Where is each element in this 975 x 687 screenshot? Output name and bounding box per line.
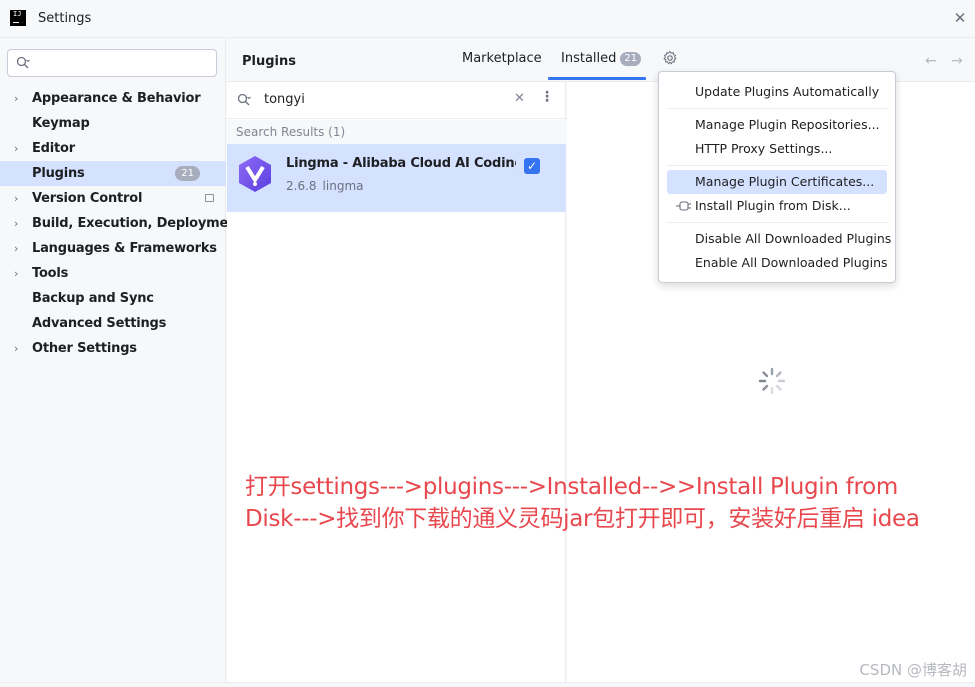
title-bar: IJ Settings ✕	[0, 0, 975, 38]
plugin-list-pane: tongyi ✕ ⋮ Search Results (1) Lingma - A…	[227, 82, 566, 682]
plugin-list-item[interactable]: Lingma - Alibaba Cloud AI Coding ... 2.6…	[227, 144, 566, 212]
menu-item-label: HTTP Proxy Settings...	[695, 141, 833, 156]
settings-search-input[interactable]	[7, 49, 217, 77]
clear-icon[interactable]: ✕	[514, 91, 525, 106]
sidebar-item-other-settings[interactable]: › Other Settings	[0, 336, 226, 361]
menu-item-label: Manage Plugin Certificates...	[695, 174, 875, 189]
plugin-settings-menu: Update Plugins Automatically Manage Plug…	[658, 71, 896, 283]
more-vertical-icon[interactable]: ⋮	[540, 89, 554, 105]
instruction-annotation: 打开settings--->plugins--->Installed-->>In…	[245, 471, 965, 535]
sidebar-item-label: Languages & Frameworks	[32, 241, 217, 256]
project-level-icon	[205, 194, 214, 202]
sidebar-item-advanced-settings[interactable]: Advanced Settings	[0, 311, 226, 336]
loading-spinner-icon	[758, 367, 786, 395]
tab-marketplace[interactable]: Marketplace	[462, 51, 542, 66]
sidebar-item-label: Plugins	[32, 166, 85, 181]
app-icon-text: IJ	[13, 10, 22, 18]
plugin-name: Lingma - Alibaba Cloud AI Coding ...	[286, 156, 516, 171]
menu-separator	[667, 108, 887, 109]
sidebar-item-label: Version Control	[32, 191, 143, 206]
search-results-header: Search Results (1)	[227, 120, 566, 144]
plugin-enabled-checkbox[interactable]: ✓	[524, 158, 540, 174]
menu-item-label: Disable All Downloaded Plugins	[695, 231, 892, 246]
sidebar-item-plugins[interactable]: Plugins 21	[0, 161, 226, 186]
sidebar-item-keymap[interactable]: Keymap	[0, 111, 226, 136]
plugin-meta: 2.6.8 lingma	[286, 179, 363, 193]
back-arrow-icon[interactable]: ←	[925, 53, 937, 69]
annotation-line-2: Disk--->找到你下载的通义灵码jar包打开即可，安装好后重启 idea	[245, 506, 920, 532]
plugins-count-badge: 21	[175, 166, 200, 181]
sidebar-item-tools[interactable]: › Tools	[0, 261, 226, 286]
menu-item-disable-all-downloaded-plugins[interactable]: Disable All Downloaded Plugins	[667, 227, 891, 251]
sidebar-item-label: Tools	[32, 266, 69, 281]
chevron-right-icon: ›	[14, 342, 19, 355]
menu-item-label: Manage Plugin Repositories...	[695, 117, 880, 132]
page-title: Plugins	[242, 54, 296, 69]
sidebar-item-label: Appearance & Behavior	[32, 91, 201, 106]
chevron-right-icon: ›	[14, 217, 19, 230]
gear-icon[interactable]	[661, 50, 679, 68]
window-title: Settings	[38, 11, 92, 26]
menu-item-manage-plugin-certificates[interactable]: Manage Plugin Certificates...	[667, 170, 887, 194]
menu-separator	[667, 222, 887, 223]
menu-item-install-plugin-from-disk[interactable]: Install Plugin from Disk...	[667, 194, 887, 218]
plugin-search-input[interactable]: tongyi ✕ ⋮	[227, 82, 566, 119]
lingma-logo-icon	[239, 156, 271, 192]
sidebar-item-label: Editor	[32, 141, 75, 156]
gear-icon-svg	[663, 50, 677, 65]
menu-item-label: Install Plugin from Disk...	[695, 198, 851, 213]
sidebar-item-label: Keymap	[32, 116, 90, 131]
search-results-label: Search Results (1)	[236, 125, 346, 139]
sidebar-item-languages-frameworks[interactable]: › Languages & Frameworks	[0, 236, 226, 261]
plugin-version: 2.6.8	[286, 179, 317, 193]
forward-arrow-icon[interactable]: →	[951, 53, 963, 69]
tab-installed[interactable]: Installed 21	[561, 51, 642, 66]
menu-item-label: Update Plugins Automatically	[695, 84, 880, 99]
csdn-watermark: CSDN @博客胡	[859, 661, 967, 679]
search-icon	[16, 56, 30, 69]
sidebar-item-label: Backup and Sync	[32, 291, 154, 306]
sidebar-item-appearance-behavior[interactable]: › Appearance & Behavior	[0, 86, 226, 111]
menu-item-update-plugins-automatically[interactable]: Update Plugins Automatically	[667, 80, 887, 104]
menu-item-http-proxy-settings[interactable]: HTTP Proxy Settings...	[667, 137, 887, 161]
chevron-right-icon: ›	[14, 242, 19, 255]
plugin-vendor: lingma	[322, 179, 364, 193]
tab-label: Marketplace	[462, 51, 542, 66]
search-icon	[237, 93, 251, 106]
installed-count-badge: 21	[620, 52, 642, 66]
bottom-bar	[0, 682, 975, 687]
active-tab-indicator	[548, 77, 646, 80]
sidebar-item-label: Build, Execution, Deployment	[32, 216, 244, 231]
chevron-right-icon: ›	[14, 142, 19, 155]
sidebar-item-build-execution-deployment[interactable]: › Build, Execution, Deployment	[0, 211, 243, 236]
chevron-right-icon: ›	[14, 92, 19, 105]
sidebar-item-editor[interactable]: › Editor	[0, 136, 226, 161]
annotation-line-1: 打开settings--->plugins--->Installed-->>In…	[245, 474, 898, 500]
sidebar-item-label: Advanced Settings	[32, 316, 167, 331]
chevron-right-icon: ›	[14, 192, 19, 205]
menu-item-label: Enable All Downloaded Plugins	[695, 255, 888, 270]
plug-icon	[676, 201, 691, 211]
menu-separator	[667, 165, 887, 166]
sidebar-item-version-control[interactable]: › Version Control	[0, 186, 226, 211]
settings-sidebar: › Appearance & Behavior Keymap › Editor …	[0, 39, 243, 682]
sidebar-item-backup-sync[interactable]: Backup and Sync	[0, 286, 226, 311]
menu-item-enable-all-downloaded-plugins[interactable]: Enable All Downloaded Plugins	[667, 251, 888, 275]
sidebar-item-label: Other Settings	[32, 341, 137, 356]
tab-label: Installed	[561, 51, 617, 66]
close-icon[interactable]: ✕	[951, 9, 969, 27]
menu-item-manage-plugin-repositories[interactable]: Manage Plugin Repositories...	[667, 113, 887, 137]
search-query-text: tongyi	[264, 92, 305, 107]
chevron-right-icon: ›	[14, 267, 19, 280]
intellij-logo-icon: IJ	[10, 10, 26, 26]
